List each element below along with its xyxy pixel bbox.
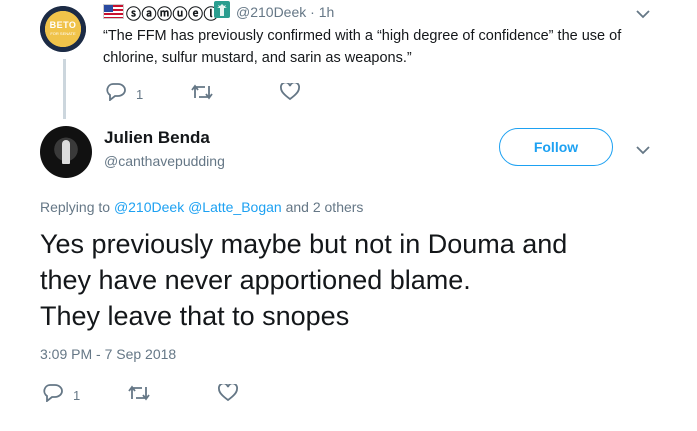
tweet-text-line: Yes previously maybe but not in Douma an… [40, 229, 568, 259]
avatar-subtext: FOR SENATE [50, 31, 76, 36]
statue-of-liberty-icon [214, 1, 230, 18]
like-icon[interactable] [280, 83, 300, 101]
retweet-icon[interactable] [128, 385, 150, 401]
main-reply-count: 1 [73, 388, 81, 403]
replying-prefix: Replying to [40, 199, 111, 215]
avatar-figure [62, 140, 70, 164]
parent-display-name[interactable]: ⓢⓐⓜⓤⓔⓛ [126, 3, 219, 24]
parent-avatar[interactable]: BETO FOR SENATE [40, 6, 86, 52]
replying-mentions[interactable]: @210Deek @Latte_Bogan [114, 199, 282, 215]
replying-to-line: Replying to @210Deek @Latte_Bogan and 2 … [40, 199, 363, 215]
parent-tweet-text: “The FFM has previously confirmed with a… [103, 28, 622, 66]
main-handle[interactable]: @canthavepudding [104, 153, 225, 169]
main-tweet-text: Yes previously maybe but not in Douma an… [40, 226, 680, 334]
avatar-text: BETO [49, 20, 77, 30]
tweet-text-line: They leave that to snopes [40, 301, 350, 331]
chevron-down-icon[interactable] [636, 145, 650, 155]
reply-icon[interactable] [43, 384, 63, 402]
us-flag-icon [103, 4, 124, 19]
retweet-icon[interactable] [191, 84, 213, 100]
parent-reply-count: 1 [136, 87, 144, 102]
parent-handle-time[interactable]: @210Deek · 1h [236, 4, 334, 20]
main-avatar[interactable] [40, 126, 92, 178]
chevron-down-icon[interactable] [636, 9, 650, 19]
tweet-text-line: they have never apportioned blame. [40, 265, 471, 295]
thread-connector-line [63, 59, 66, 119]
like-icon[interactable] [218, 384, 238, 402]
main-display-name[interactable]: Julien Benda [104, 128, 210, 148]
tweet-timestamp[interactable]: 3:09 PM - 7 Sep 2018 [40, 346, 176, 362]
reply-icon[interactable] [106, 83, 126, 101]
follow-button[interactable]: Follow [499, 128, 613, 166]
replying-suffix[interactable]: and 2 others [286, 199, 364, 215]
